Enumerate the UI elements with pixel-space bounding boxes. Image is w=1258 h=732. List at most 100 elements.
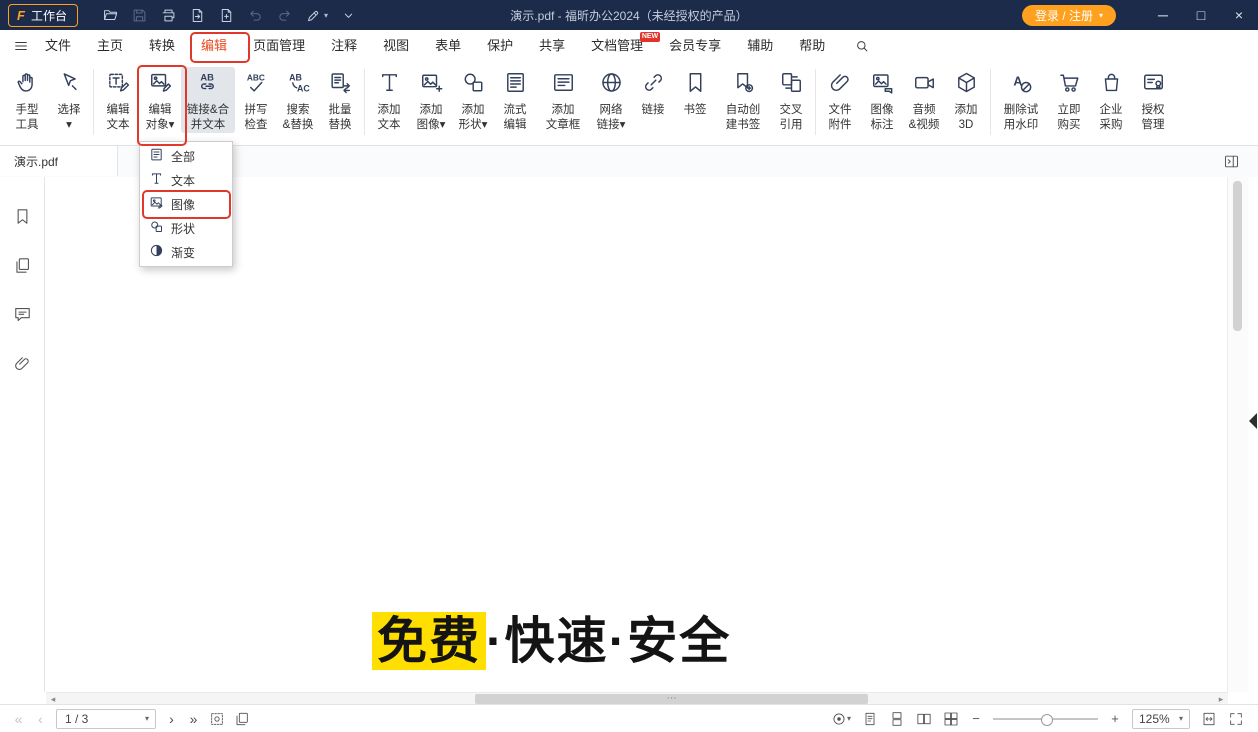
menu-item-protect[interactable]: 保护 <box>474 30 526 62</box>
ribbon-button-search-replace[interactable]: ABAC 搜索 &替换 <box>277 67 319 133</box>
undo-icon[interactable] <box>247 7 264 24</box>
ribbon-button-buy-now[interactable]: 立即 购买 <box>1048 67 1090 133</box>
ribbon-button-select[interactable]: 选择 ▾ <box>48 67 90 133</box>
dropdown-item-shape[interactable]: 形状 <box>140 216 232 240</box>
next-page-button[interactable]: › <box>165 711 178 727</box>
view-mode-icon[interactable]: ▾ <box>831 711 851 727</box>
continuous-view-icon[interactable] <box>889 711 905 727</box>
attachments-panel-icon[interactable] <box>13 354 32 378</box>
clipboard-icon[interactable] <box>234 711 250 727</box>
create-pdf-icon[interactable] <box>218 7 235 24</box>
menu-item-doc-management[interactable]: 文档管理 NEW <box>578 30 656 62</box>
menu-item-edit[interactable]: 编辑 <box>188 30 240 62</box>
menu-search-icon[interactable] <box>854 38 870 54</box>
menu-item-comment[interactable]: 注释 <box>318 30 370 62</box>
toolbar-more-icon[interactable] <box>340 7 357 24</box>
workspace-button[interactable]: F 工作台 <box>8 4 78 27</box>
ribbon-button-add-shape[interactable]: 添加 形状▾ <box>452 67 494 133</box>
redo-icon[interactable] <box>276 7 293 24</box>
svg-text:AB: AB <box>200 72 214 82</box>
vertical-scrollbar[interactable] <box>1227 177 1248 692</box>
dropdown-item-image[interactable]: 图像 <box>140 192 232 216</box>
ribbon-button-add-article-box[interactable]: 添加 文章框 <box>536 67 590 133</box>
export-pdf-icon[interactable] <box>189 7 206 24</box>
menu-item-convert[interactable]: 转换 <box>136 30 188 62</box>
prev-page-button[interactable]: ‹ <box>34 711 47 727</box>
pages-panel-icon[interactable] <box>13 256 32 280</box>
fit-page-icon[interactable] <box>1201 711 1217 727</box>
page-indicator: 1 / 3 <box>65 712 88 726</box>
ribbon-button-add-image[interactable]: 添加 图像▾ <box>410 67 452 133</box>
save-icon[interactable] <box>131 7 148 24</box>
dropdown-item-all[interactable]: 全部 <box>140 144 232 168</box>
document-tab[interactable]: 演示.pdf <box>0 146 118 176</box>
ribbon-button-edit-object[interactable]: 编辑 对象▾ <box>139 67 181 133</box>
menu-item-home[interactable]: 主页 <box>84 30 136 62</box>
login-register-button[interactable]: 登录 / 注册 ▾ <box>1022 5 1116 26</box>
dropdown-item-gradient[interactable]: 渐变 <box>140 240 232 264</box>
maximize-button[interactable]: □ <box>1182 0 1220 30</box>
hand-tool-icon <box>15 70 40 100</box>
menu-item-view[interactable]: 视图 <box>370 30 422 62</box>
open-file-icon[interactable] <box>102 7 119 24</box>
zoom-out-button[interactable]: − <box>970 711 982 726</box>
menu-item-accessibility[interactable]: 辅助 <box>734 30 786 62</box>
snapshot-icon[interactable] <box>209 711 225 727</box>
ribbon-button-bookmark[interactable]: 书签 <box>674 67 716 118</box>
menu-item-page-management[interactable]: 页面管理 <box>240 30 318 62</box>
ribbon-button-delete-trial-watermark[interactable]: A 删除试 用水印 <box>994 67 1048 133</box>
panel-toggle-icon[interactable] <box>1223 153 1240 170</box>
add-article-box-icon <box>551 70 576 100</box>
foxit-logo: F <box>17 8 25 23</box>
first-page-button[interactable]: « <box>12 711 25 727</box>
ribbon-button-link-merge-text[interactable]: AB 链接&合 并文本 <box>181 67 235 133</box>
ribbon-button-hand-tool[interactable]: 手型 工具 <box>6 67 48 133</box>
ribbon-divider <box>93 69 94 135</box>
menu-item-share[interactable]: 共享 <box>526 30 578 62</box>
ribbon-button-flow-edit[interactable]: 流式 编辑 <box>494 67 536 133</box>
menu-item-membership[interactable]: 会员专享 <box>656 30 734 62</box>
ribbon-button-image-annotation[interactable]: 图像 标注 <box>861 67 903 133</box>
ribbon-button-link[interactable]: 链接 <box>632 67 674 118</box>
ribbon-button-edit-text[interactable]: 编辑 文本 <box>97 67 139 133</box>
ribbon-button-file-attachment[interactable]: 文件 附件 <box>819 67 861 133</box>
ribbon-button-enterprise-purchase[interactable]: 企业 采购 <box>1090 67 1132 133</box>
ribbon-button-license-management[interactable]: 授权 管理 <box>1132 67 1174 133</box>
ribbon-button-spell-check[interactable]: ABC 拼写 检查 <box>235 67 277 133</box>
print-icon[interactable] <box>160 7 177 24</box>
ribbon-button-cross-reference[interactable]: 交叉 引用 <box>770 67 812 133</box>
minimize-button[interactable]: ─ <box>1144 0 1182 30</box>
web-link-icon <box>599 70 624 100</box>
vscroll-thumb[interactable] <box>1233 181 1242 331</box>
menu-item-form[interactable]: 表单 <box>422 30 474 62</box>
view-controls: ▾ − + 125% ▾ <box>831 709 1258 729</box>
single-page-view-icon[interactable] <box>862 711 878 727</box>
ribbon-button-add-3d[interactable]: 添加 3D <box>945 67 987 133</box>
ribbon-button-web-link[interactable]: 网络 链接▾ <box>590 67 632 133</box>
close-button[interactable]: × <box>1220 0 1258 30</box>
facing-view-icon[interactable] <box>916 711 932 727</box>
ribbon-button-add-text[interactable]: 添加 文本 <box>368 67 410 133</box>
last-page-button[interactable]: » <box>187 711 200 727</box>
zoom-in-button[interactable]: + <box>1109 711 1121 726</box>
ribbon-button-batch-replace[interactable]: 批量 替换 <box>319 67 361 133</box>
sign-pen-icon[interactable]: ▾ <box>305 7 328 24</box>
fullscreen-icon[interactable] <box>1228 711 1244 727</box>
hamburger-menu-icon[interactable] <box>13 38 29 54</box>
bookmarks-panel-icon[interactable] <box>13 207 32 231</box>
zoom-level-combo[interactable]: 125% ▾ <box>1132 709 1190 729</box>
menu-item-help[interactable]: 帮助 <box>786 30 838 62</box>
add-3d-icon <box>954 70 979 100</box>
zoom-slider[interactable] <box>993 712 1098 726</box>
menu-item-file[interactable]: 文件 <box>32 30 84 62</box>
add-shape-icon <box>461 70 486 100</box>
facing-continuous-view-icon[interactable] <box>943 711 959 727</box>
zoom-slider-knob[interactable] <box>1041 714 1053 726</box>
ribbon-button-audio-video[interactable]: 音频 &视频 <box>903 67 945 133</box>
hscroll-thumb[interactable]: ⋯ <box>475 694 867 704</box>
ribbon-button-auto-bookmark[interactable]: 自动创 建书签 <box>716 67 770 133</box>
comments-panel-icon[interactable] <box>13 305 32 329</box>
dropdown-item-text[interactable]: 文本 <box>140 168 232 192</box>
page-number-combo[interactable]: 1 / 3 ▾ <box>56 709 156 729</box>
right-panel-handle[interactable] <box>1249 413 1257 429</box>
